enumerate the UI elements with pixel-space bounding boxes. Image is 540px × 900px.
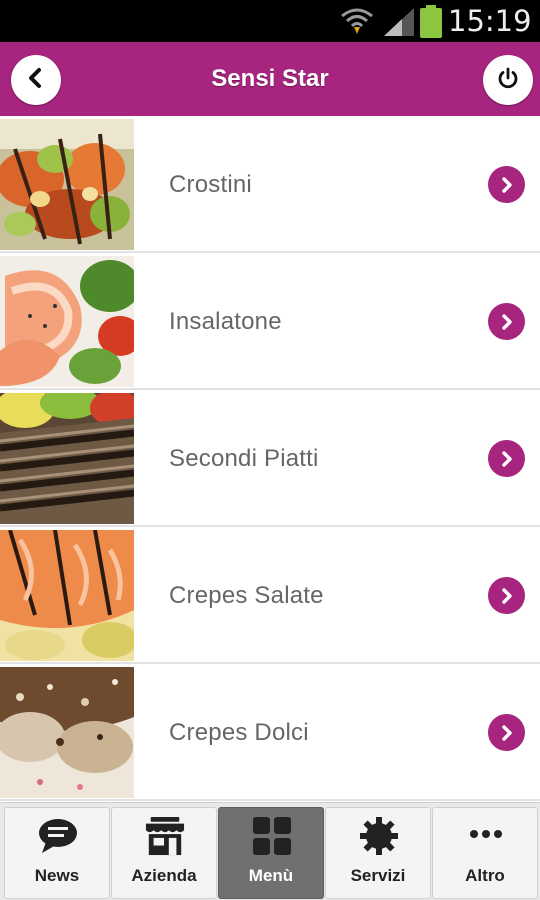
more-icon — [466, 816, 506, 856]
menu-item-label: Crepes Dolci — [169, 719, 309, 746]
chevron-right-icon[interactable] — [488, 440, 525, 477]
tab-label: Azienda — [131, 866, 197, 885]
wifi-icon — [340, 6, 374, 41]
menu-item-secondi-piatti[interactable]: Secondi Piatti — [0, 390, 540, 527]
gear-icon — [359, 816, 399, 856]
menu-item-label: Insalatone — [169, 308, 282, 335]
tab-news[interactable]: News — [4, 807, 110, 899]
tab-label: News — [34, 866, 80, 885]
grilled-meat-photo — [0, 393, 134, 524]
tab-label: Altro — [465, 866, 505, 885]
tab-bar: News Azienda Menù Servizi Altro — [0, 802, 540, 900]
tab-servizi[interactable]: Servizi — [325, 807, 431, 899]
grid-icon — [252, 816, 292, 856]
menu-item-crepes-dolci[interactable]: Crepes Dolci — [0, 664, 540, 801]
power-button[interactable] — [483, 55, 533, 105]
signal-icon — [382, 8, 416, 41]
status-clock: 15:19 — [448, 4, 532, 38]
tab-menu[interactable]: Menù — [218, 807, 324, 899]
shrimp-salad-photo — [0, 256, 134, 387]
store-icon — [145, 816, 185, 856]
app-header: Sensi Star — [0, 42, 540, 116]
crostini-photo — [0, 119, 134, 250]
menu-list: Crostini Insalatone Secondi Piatti Crepe… — [0, 116, 540, 802]
status-bar: 15:19 — [0, 0, 540, 42]
menu-item-label: Crepes Salate — [169, 582, 324, 609]
chevron-right-icon[interactable] — [488, 577, 525, 614]
chevron-right-icon[interactable] — [488, 303, 525, 340]
tab-label: Servizi — [350, 866, 406, 885]
tab-altro[interactable]: Altro — [432, 807, 538, 899]
menu-item-label: Secondi Piatti — [169, 445, 319, 472]
menu-item-crepes-salate[interactable]: Crepes Salate — [0, 527, 540, 664]
salmon-crepe-photo — [0, 530, 134, 661]
tab-label: Menù — [248, 866, 294, 885]
chevron-right-icon[interactable] — [488, 714, 525, 751]
chevron-right-icon[interactable] — [488, 166, 525, 203]
page-title: Sensi Star — [211, 65, 329, 92]
menu-item-label: Crostini — [169, 171, 252, 198]
menu-item-insalatone[interactable]: Insalatone — [0, 253, 540, 390]
power-icon — [496, 66, 520, 95]
tab-azienda[interactable]: Azienda — [111, 807, 217, 899]
chevron-left-icon — [25, 67, 47, 94]
menu-item-crostini[interactable]: Crostini — [0, 116, 540, 253]
chat-bubble-icon — [38, 816, 78, 856]
back-button[interactable] — [11, 55, 61, 105]
battery-icon — [418, 5, 444, 44]
sweet-crepe-photo — [0, 667, 134, 798]
